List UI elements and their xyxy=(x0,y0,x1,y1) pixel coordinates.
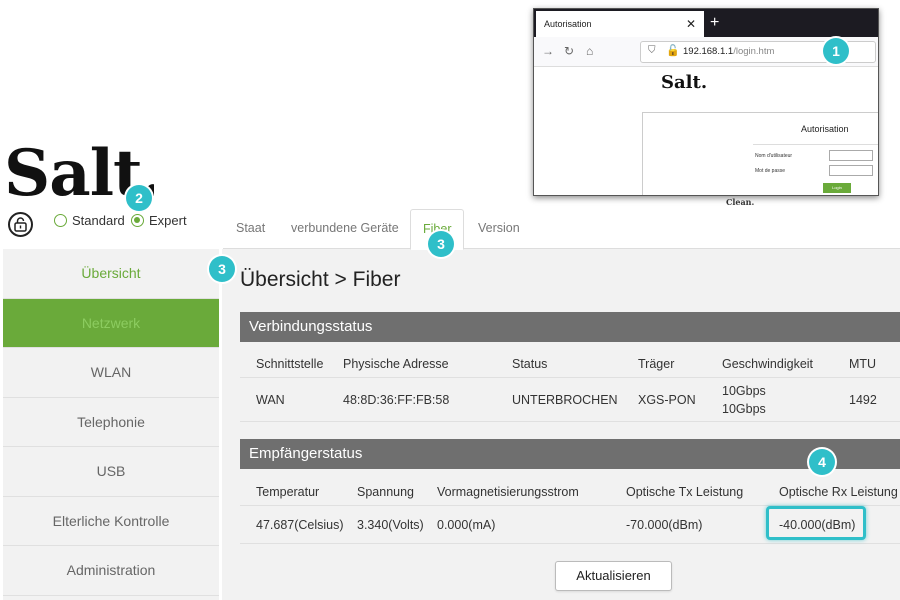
cell-speed-down: 10Gbps xyxy=(722,384,766,398)
browser-login-inset: Autorisation ✕ + → ↻ ⌂ 192.168.1.1/login… xyxy=(533,8,879,196)
cell-voltage: 3.340(Volts) xyxy=(357,518,424,532)
radio-on-icon xyxy=(131,214,144,227)
column-header: Status xyxy=(512,357,548,371)
divider xyxy=(240,543,900,544)
url-path: /login.htm xyxy=(733,46,775,57)
column-header: Geschwindigkeit xyxy=(722,357,814,371)
mode-expert-radio[interactable]: Expert xyxy=(131,213,187,228)
cell-tx-power: -70.000(dBm) xyxy=(626,518,703,532)
sidebar-item-telephonie[interactable]: Telephonie xyxy=(3,398,219,447)
sidebar-item-usb[interactable]: USB xyxy=(3,447,219,497)
annotation-badge: 3 xyxy=(209,256,235,282)
rx-power-highlight xyxy=(766,506,866,540)
page-title: Übersicht > Fiber xyxy=(240,268,401,291)
cell-mtu: 1492 xyxy=(849,393,877,407)
sidebar-item-uebersicht[interactable]: Übersicht xyxy=(3,249,219,299)
column-header: Träger xyxy=(638,357,675,371)
lock-icon[interactable] xyxy=(8,212,33,237)
sidebar-item-netzwerk[interactable]: Netzwerk xyxy=(3,298,219,348)
mode-standard-radio[interactable]: Standard xyxy=(54,213,125,228)
sidebar-item-wlan[interactable]: WLAN xyxy=(3,348,219,398)
column-header: MTU xyxy=(849,357,877,371)
top-tabs: Staat verbundene Geräte Fiber Version xyxy=(223,209,900,250)
inset-footer-text: Clean. xyxy=(726,197,755,207)
browser-tab-title: Autorisation xyxy=(544,19,592,29)
sidebar-item-elterliche-kontrolle[interactable]: Elterliche Kontrolle xyxy=(3,497,219,546)
cell-temperature: 47.687(Celsius) xyxy=(256,518,344,532)
tab-verbundene-geraete[interactable]: verbundene Geräte xyxy=(279,209,411,249)
annotation-badge: 3 xyxy=(428,231,454,257)
radio-off-icon xyxy=(54,214,67,227)
annotation-badge: 2 xyxy=(126,185,152,211)
tab-staat[interactable]: Staat xyxy=(224,209,277,249)
column-header: Schnittstelle xyxy=(256,357,324,371)
new-tab-icon[interactable]: + xyxy=(710,11,719,35)
column-header: Spannung xyxy=(357,485,415,499)
receiver-status-header: Empfängerstatus xyxy=(240,439,900,469)
browser-tab[interactable]: Autorisation ✕ xyxy=(536,11,704,37)
mode-expert-label: Expert xyxy=(149,213,187,228)
cell-carrier: XGS-PON xyxy=(638,393,696,407)
username-label: Nom d'utilisateur xyxy=(755,153,793,159)
insecure-lock-icon: 🔓 xyxy=(666,45,680,57)
annotation-badge: 1 xyxy=(823,38,849,64)
home-icon[interactable]: ⌂ xyxy=(586,44,593,58)
cell-interface: WAN xyxy=(256,393,285,407)
url-host: 192.168.1.1 xyxy=(683,46,734,57)
sidebar-item-administration[interactable]: Administration xyxy=(3,546,219,596)
login-button[interactable]: Login xyxy=(823,183,851,193)
column-header: Optische Tx Leistung xyxy=(626,485,744,499)
router-admin-page: Salt. Standard Expert Staat verbundene G… xyxy=(0,0,900,600)
divider xyxy=(240,377,900,378)
login-form: Autorisation Nom d'utilisateur Mot de pa… xyxy=(642,112,878,195)
column-header: Physische Adresse xyxy=(343,357,449,371)
sidebar: Übersicht Netzwerk WLAN Telephonie USB E… xyxy=(3,249,219,600)
cell-status: UNTERBROCHEN xyxy=(512,393,618,407)
forward-arrow-icon[interactable]: → xyxy=(542,44,554,58)
inset-salt-logo: Salt. xyxy=(661,72,708,93)
cell-bias-current: 0.000(mA) xyxy=(437,518,496,532)
cell-speed-up: 10Gbps xyxy=(722,402,766,416)
login-title: Autorisation xyxy=(801,124,849,134)
connection-status-header: Verbindungsstatus xyxy=(240,312,900,342)
shield-icon: ⛉ xyxy=(648,45,656,56)
tab-version[interactable]: Version xyxy=(466,209,532,249)
password-label: Mot de passe xyxy=(755,168,786,174)
column-header: Optische Rx Leistung xyxy=(779,485,898,499)
cell-mac: 48:8D:36:FF:FB:58 xyxy=(343,393,450,407)
username-input[interactable] xyxy=(829,150,873,161)
close-icon[interactable]: ✕ xyxy=(686,11,696,37)
divider xyxy=(240,421,900,422)
content-background xyxy=(222,249,900,600)
column-header: Temperatur xyxy=(256,485,320,499)
reload-icon[interactable]: ↻ xyxy=(564,44,574,58)
browser-tabbar: Autorisation ✕ + xyxy=(534,9,878,37)
password-input[interactable] xyxy=(829,165,873,176)
mode-standard-label: Standard xyxy=(72,213,125,228)
refresh-button[interactable]: Aktualisieren xyxy=(555,561,672,591)
divider xyxy=(753,144,878,145)
annotation-badge: 4 xyxy=(809,449,835,475)
column-header: Vormagnetisierungsstrom xyxy=(437,485,579,499)
